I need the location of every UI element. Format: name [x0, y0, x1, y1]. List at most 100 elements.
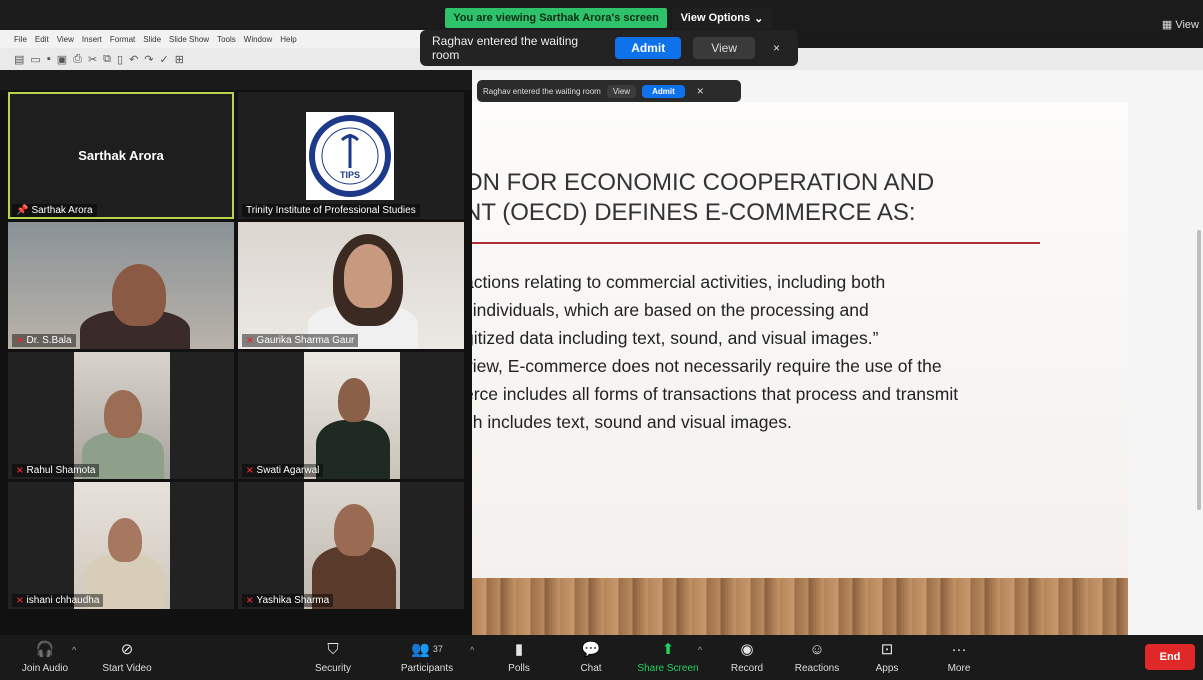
participants-count: 37 — [432, 644, 443, 654]
close-icon[interactable]: × — [767, 41, 786, 55]
smiley-icon: ☺ — [809, 640, 825, 658]
person-body — [316, 420, 390, 479]
menu-window[interactable]: Window — [244, 35, 272, 44]
join-audio-button[interactable]: 🎧 Join Audio — [10, 639, 80, 674]
admit-button[interactable]: Admit — [615, 37, 682, 59]
close-icon[interactable]: × — [691, 84, 710, 98]
participant-name: Gaurika Sharma Gaur — [256, 335, 355, 346]
slide-title-line: ON FOR ECONOMIC COOPERATION AND — [472, 169, 935, 196]
record-label: Record — [730, 663, 764, 674]
mic-muted-icon: ⨯ — [16, 335, 24, 345]
small-admit-button[interactable]: Admit — [642, 84, 685, 98]
join-audio-label: Join Audio — [21, 663, 69, 674]
participant-name: Sarthak Arora — [31, 205, 93, 216]
person-head — [334, 504, 374, 556]
corner-view-button[interactable]: ▦ View — [1162, 18, 1199, 31]
menu-slide[interactable]: Slide — [143, 35, 161, 44]
meeting-controls-bar: 🎧 Join Audio ^ ⊘ Start Video ⛉ Security … — [0, 635, 1203, 680]
open-folder-icon[interactable]: ▭ — [30, 53, 40, 66]
participant-name: Dr. S.Bala — [26, 335, 72, 346]
participant-name: ishani chhaudha — [26, 595, 100, 606]
menu-slide-show[interactable]: Slide Show — [169, 35, 209, 44]
more-label: More — [947, 663, 971, 674]
security-button[interactable]: ⛉ Security — [298, 639, 368, 675]
video-tile-swati[interactable]: ⨯ Swati Agarwal — [238, 352, 464, 479]
polls-button[interactable]: ▮ Polls — [484, 639, 554, 674]
spellcheck-icon[interactable]: ✓ — [160, 53, 169, 66]
mic-muted-icon: ⨯ — [246, 335, 254, 345]
cut-icon[interactable]: ✂ — [88, 53, 97, 66]
video-tile-yashika[interactable]: ⨯ Yashika Sharma — [238, 482, 464, 609]
headphones-icon: 🎧 — [35, 641, 55, 658]
participants-button[interactable]: 👥 37 Participants — [392, 639, 462, 674]
corner-view-label: View — [1175, 19, 1199, 31]
video-tile-ishani[interactable]: ⨯ ishani chhaudha — [8, 482, 234, 609]
chevron-up-icon[interactable]: ^ — [470, 645, 474, 655]
slide-body-line: actions relating to commercial activitie… — [472, 272, 886, 292]
table-icon[interactable]: ⊞ — [175, 53, 184, 66]
slide-title: ON FOR ECONOMIC COOPERATION AND NT (OECD… — [472, 168, 1114, 228]
slide-body-line: erce includes all forms of transactions … — [472, 384, 959, 404]
print-icon[interactable]: ⎙ — [73, 53, 82, 66]
svg-text:TIPS: TIPS — [340, 170, 360, 180]
people-icon: 👥 37 — [411, 641, 443, 658]
export-pdf-icon[interactable]: ▣ — [57, 53, 67, 66]
person-head — [104, 390, 142, 438]
start-video-label: Start Video — [102, 663, 152, 674]
participants-label: Participants — [400, 663, 454, 674]
apps-label: Apps — [875, 663, 899, 674]
tile-name-label: ⨯ Rahul Shamota — [12, 464, 100, 477]
menu-view[interactable]: View — [57, 35, 74, 44]
start-video-button[interactable]: ⊘ Start Video — [92, 639, 162, 674]
chevron-up-icon[interactable]: ^ — [72, 645, 76, 655]
view-options-label: View Options — [680, 12, 751, 24]
chevron-up-icon[interactable]: ^ — [698, 645, 702, 655]
menu-help[interactable]: Help — [280, 35, 296, 44]
small-view-button[interactable]: View — [606, 84, 637, 98]
new-document-icon[interactable]: ▤ — [14, 53, 24, 66]
apps-button[interactable]: ⊡ Apps — [852, 639, 922, 674]
video-tile-sarthak[interactable]: Sarthak Arora 📌 Sarthak Arora — [8, 92, 234, 219]
slide-body-line: view, E-commerce does not necessarily re… — [472, 356, 942, 376]
slide-body-line: gitized data including text, sound, and … — [472, 328, 879, 348]
share-screen-button[interactable]: ⬆ Share Screen — [633, 639, 703, 674]
video-tile-tips[interactable]: TIPS Trinity Institute of Professional S… — [238, 92, 464, 219]
slide-wood-floor-decoration — [472, 578, 1128, 635]
participant-name: Yashika Sharma — [256, 595, 330, 606]
video-tile-s-bala[interactable]: ⨯ Dr. S.Bala — [8, 222, 234, 349]
chevron-down-icon: ⌄ — [754, 12, 764, 25]
undo-icon[interactable]: ↶ — [129, 53, 138, 66]
more-button[interactable]: ··· More — [924, 639, 994, 675]
menu-tools[interactable]: Tools — [217, 35, 236, 44]
menu-format[interactable]: Format — [110, 35, 135, 44]
menu-insert[interactable]: Insert — [82, 35, 102, 44]
menu-edit[interactable]: Edit — [35, 35, 49, 44]
reactions-button[interactable]: ☺ Reactions — [782, 639, 852, 675]
record-icon: ◉ — [740, 641, 754, 658]
polls-label: Polls — [508, 663, 530, 674]
office-toolbar: ▤ ▭ ▪ ▣ ⎙ ✂ ⧉ ▯ ↶ ↷ ✓ ⊞ — [0, 48, 472, 70]
video-off-icon: ⊘ — [120, 641, 134, 658]
redo-icon[interactable]: ↷ — [144, 53, 153, 66]
view-button[interactable]: View — [693, 37, 755, 59]
paste-icon[interactable]: ▯ — [117, 53, 123, 66]
participant-name: Swati Agarwal — [256, 465, 320, 476]
vertical-scrollbar[interactable] — [1197, 230, 1201, 510]
share-screen-label: Share Screen — [637, 663, 699, 674]
office-menubar: File Edit View Insert Format Slide Slide… — [0, 30, 472, 48]
video-tile-rahul[interactable]: ⨯ Rahul Shamota — [8, 352, 234, 479]
menu-file[interactable]: File — [14, 35, 27, 44]
view-options-button[interactable]: View Options ⌄ — [672, 8, 772, 28]
copy-icon[interactable]: ⧉ — [103, 53, 111, 66]
person-head — [108, 518, 142, 562]
save-icon[interactable]: ▪ — [47, 53, 51, 65]
chat-bubble-icon: 💬 — [581, 641, 601, 658]
end-meeting-button[interactable]: End — [1145, 644, 1195, 670]
chat-button[interactable]: 💬 Chat — [556, 639, 626, 674]
grid-icon: ▦ — [1161, 19, 1173, 31]
participant-name: Trinity Institute of Professional Studie… — [246, 205, 416, 216]
video-tile-gaurika[interactable]: ⨯ Gaurika Sharma Gaur — [238, 222, 464, 349]
record-button[interactable]: ◉ Record — [712, 639, 782, 674]
tile-name-label: ⨯ Swati Agarwal — [242, 464, 324, 477]
shield-icon: ⛉ — [327, 640, 339, 658]
